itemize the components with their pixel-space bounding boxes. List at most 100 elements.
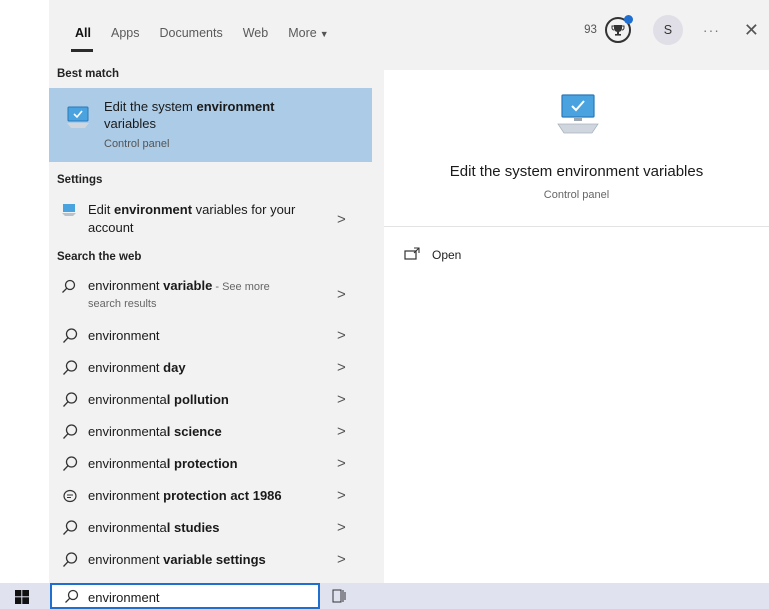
chevron-right-icon: > [337,391,346,408]
web-suggestion-bold: variable settings [163,552,266,567]
search-icon [63,456,78,471]
tab-web[interactable]: Web [233,0,278,60]
search-icon [63,392,78,407]
tab-all[interactable]: All [49,0,101,60]
web-item-see-more[interactable]: environment variable - See more search r… [49,274,372,320]
open-icon [404,247,420,260]
rewards-points: 93 [584,24,597,36]
control-panel-icon [67,106,89,128]
search-icon [63,328,78,343]
web-suggestion-bold: day [163,360,186,375]
windows-start-icon[interactable] [15,590,29,604]
chevron-right-icon: > [337,423,346,440]
web-suggestion-label: environment variable settings [88,552,266,567]
web-main-plain: environment [88,278,164,293]
best-match-item[interactable]: Edit the system environment variables Con… [49,88,372,162]
web-suggestion-item[interactable]: environmental protection > [49,448,372,480]
web-suggestion-bold: l science [166,424,222,439]
chevron-right-icon: > [337,359,346,376]
web-suggestion-plain: environment [88,488,164,503]
trophy-icon[interactable] [604,15,633,43]
chevron-right-icon: > [337,211,346,228]
control-panel-icon [557,94,599,134]
trophy-glyph [611,25,625,36]
web-suggestion-label: environment [88,328,160,343]
tab-more-label: More [288,26,317,40]
control-panel-icon [62,204,76,216]
search-icon [63,552,78,567]
preview-subtitle: Control panel [543,189,610,201]
web-suggestion-item[interactable]: environment day > [49,352,372,384]
tab-more[interactable]: More ▼ [278,0,338,60]
section-search-web: Search the web [57,251,142,263]
chevron-right-icon: > [337,286,346,303]
tab-documents[interactable]: Documents [149,0,232,60]
web-suggestion-plain: environment [88,328,160,343]
more-options-icon[interactable]: ··· [703,22,720,38]
chevron-right-icon: > [337,519,346,536]
chat-bubble-icon [63,489,77,503]
best-match-title-end: variables [104,116,157,131]
web-suggestion-label: environmental protection [88,456,238,471]
close-icon[interactable]: ✕ [744,20,759,41]
best-match-title-bold: environment [196,99,275,114]
web-suggestion-plain: environmenta [88,424,167,439]
web-suggestion-label: environmental science [88,424,222,439]
section-settings: Settings [57,174,103,186]
best-match-title-plain: Edit the system [104,99,197,114]
avatar[interactable]: S [652,15,683,45]
web-suggestion-item[interactable]: environment > [49,320,372,352]
search-tabs: All Apps Documents Web More ▼ [49,0,339,60]
web-suggestion-bold: l studies [166,520,220,535]
taskbar-search-box[interactable] [50,583,320,609]
web-suggestion-item[interactable]: environmental science > [49,416,372,448]
chevron-down-icon: ▼ [319,29,329,39]
web-suggestion-label: environmental studies [88,520,220,535]
tab-apps[interactable]: Apps [101,0,150,60]
chevron-right-icon: > [337,551,346,568]
web-suggestion-label: environmental pollution [88,392,229,407]
search-panel: All Apps Documents Web More▼ 93 S ··· ✕ [49,0,769,583]
search-icon [63,360,78,375]
web-main-see: - See more [212,281,270,293]
web-suggestion-bold: l pollution [166,392,229,407]
web-suggestion-bold: protection act 1986 [163,488,282,503]
results-list: Best match Edit the system environment va… [49,60,372,583]
best-match-title: Edit the system environment variables [104,98,314,132]
open-label: Open [432,248,462,262]
web-suggestion-item[interactable]: environmental pollution > [49,384,372,416]
web-suggestion-item[interactable]: environment variable settings > [49,544,372,576]
preview-divider [384,226,769,227]
task-view-icon[interactable] [332,589,346,603]
search-icon [63,520,78,535]
search-input[interactable] [88,589,308,606]
web-suggestion-label: environment protection act 1986 [88,488,282,503]
search-icon [63,424,78,439]
search-icon [65,589,79,603]
settings-item-bold: environment [114,202,193,217]
chevron-right-icon: > [337,487,346,504]
settings-item-pre: Edit [88,202,115,217]
web-suggestion-plain: environmenta [88,520,167,535]
topbar-actions: 93 S ··· ✕ [584,0,769,60]
notification-dot [623,15,633,24]
taskbar [0,583,769,609]
web-suggestion-item[interactable]: environment protection act 1986 > [49,480,372,512]
chevron-right-icon: > [337,327,346,344]
web-suggestion-item[interactable]: environmental studies > [49,512,372,544]
web-suggestion-label: environment day [88,360,186,375]
web-suggestion-bold: l protection [166,456,238,471]
web-item-see-more-label: environment variable - See more [88,278,270,293]
web-suggestion-plain: environmenta [88,392,167,407]
preview-title: Edit the system environment variables [449,163,704,180]
preview-pane: Edit the system environment variables Co… [384,70,769,583]
best-match-subtitle: Control panel [104,138,170,150]
chevron-right-icon: > [337,455,346,472]
search-icon [62,279,76,293]
web-suggestion-plain: environment [88,552,164,567]
web-suggestion-plain: environmenta [88,456,167,471]
section-best-match: Best match [57,68,119,80]
web-suggestion-plain: environment [88,360,164,375]
web-item-see-more-sub: search results [88,298,157,310]
settings-item-environment-variables[interactable]: Edit environment variables for your acco… [49,197,372,245]
